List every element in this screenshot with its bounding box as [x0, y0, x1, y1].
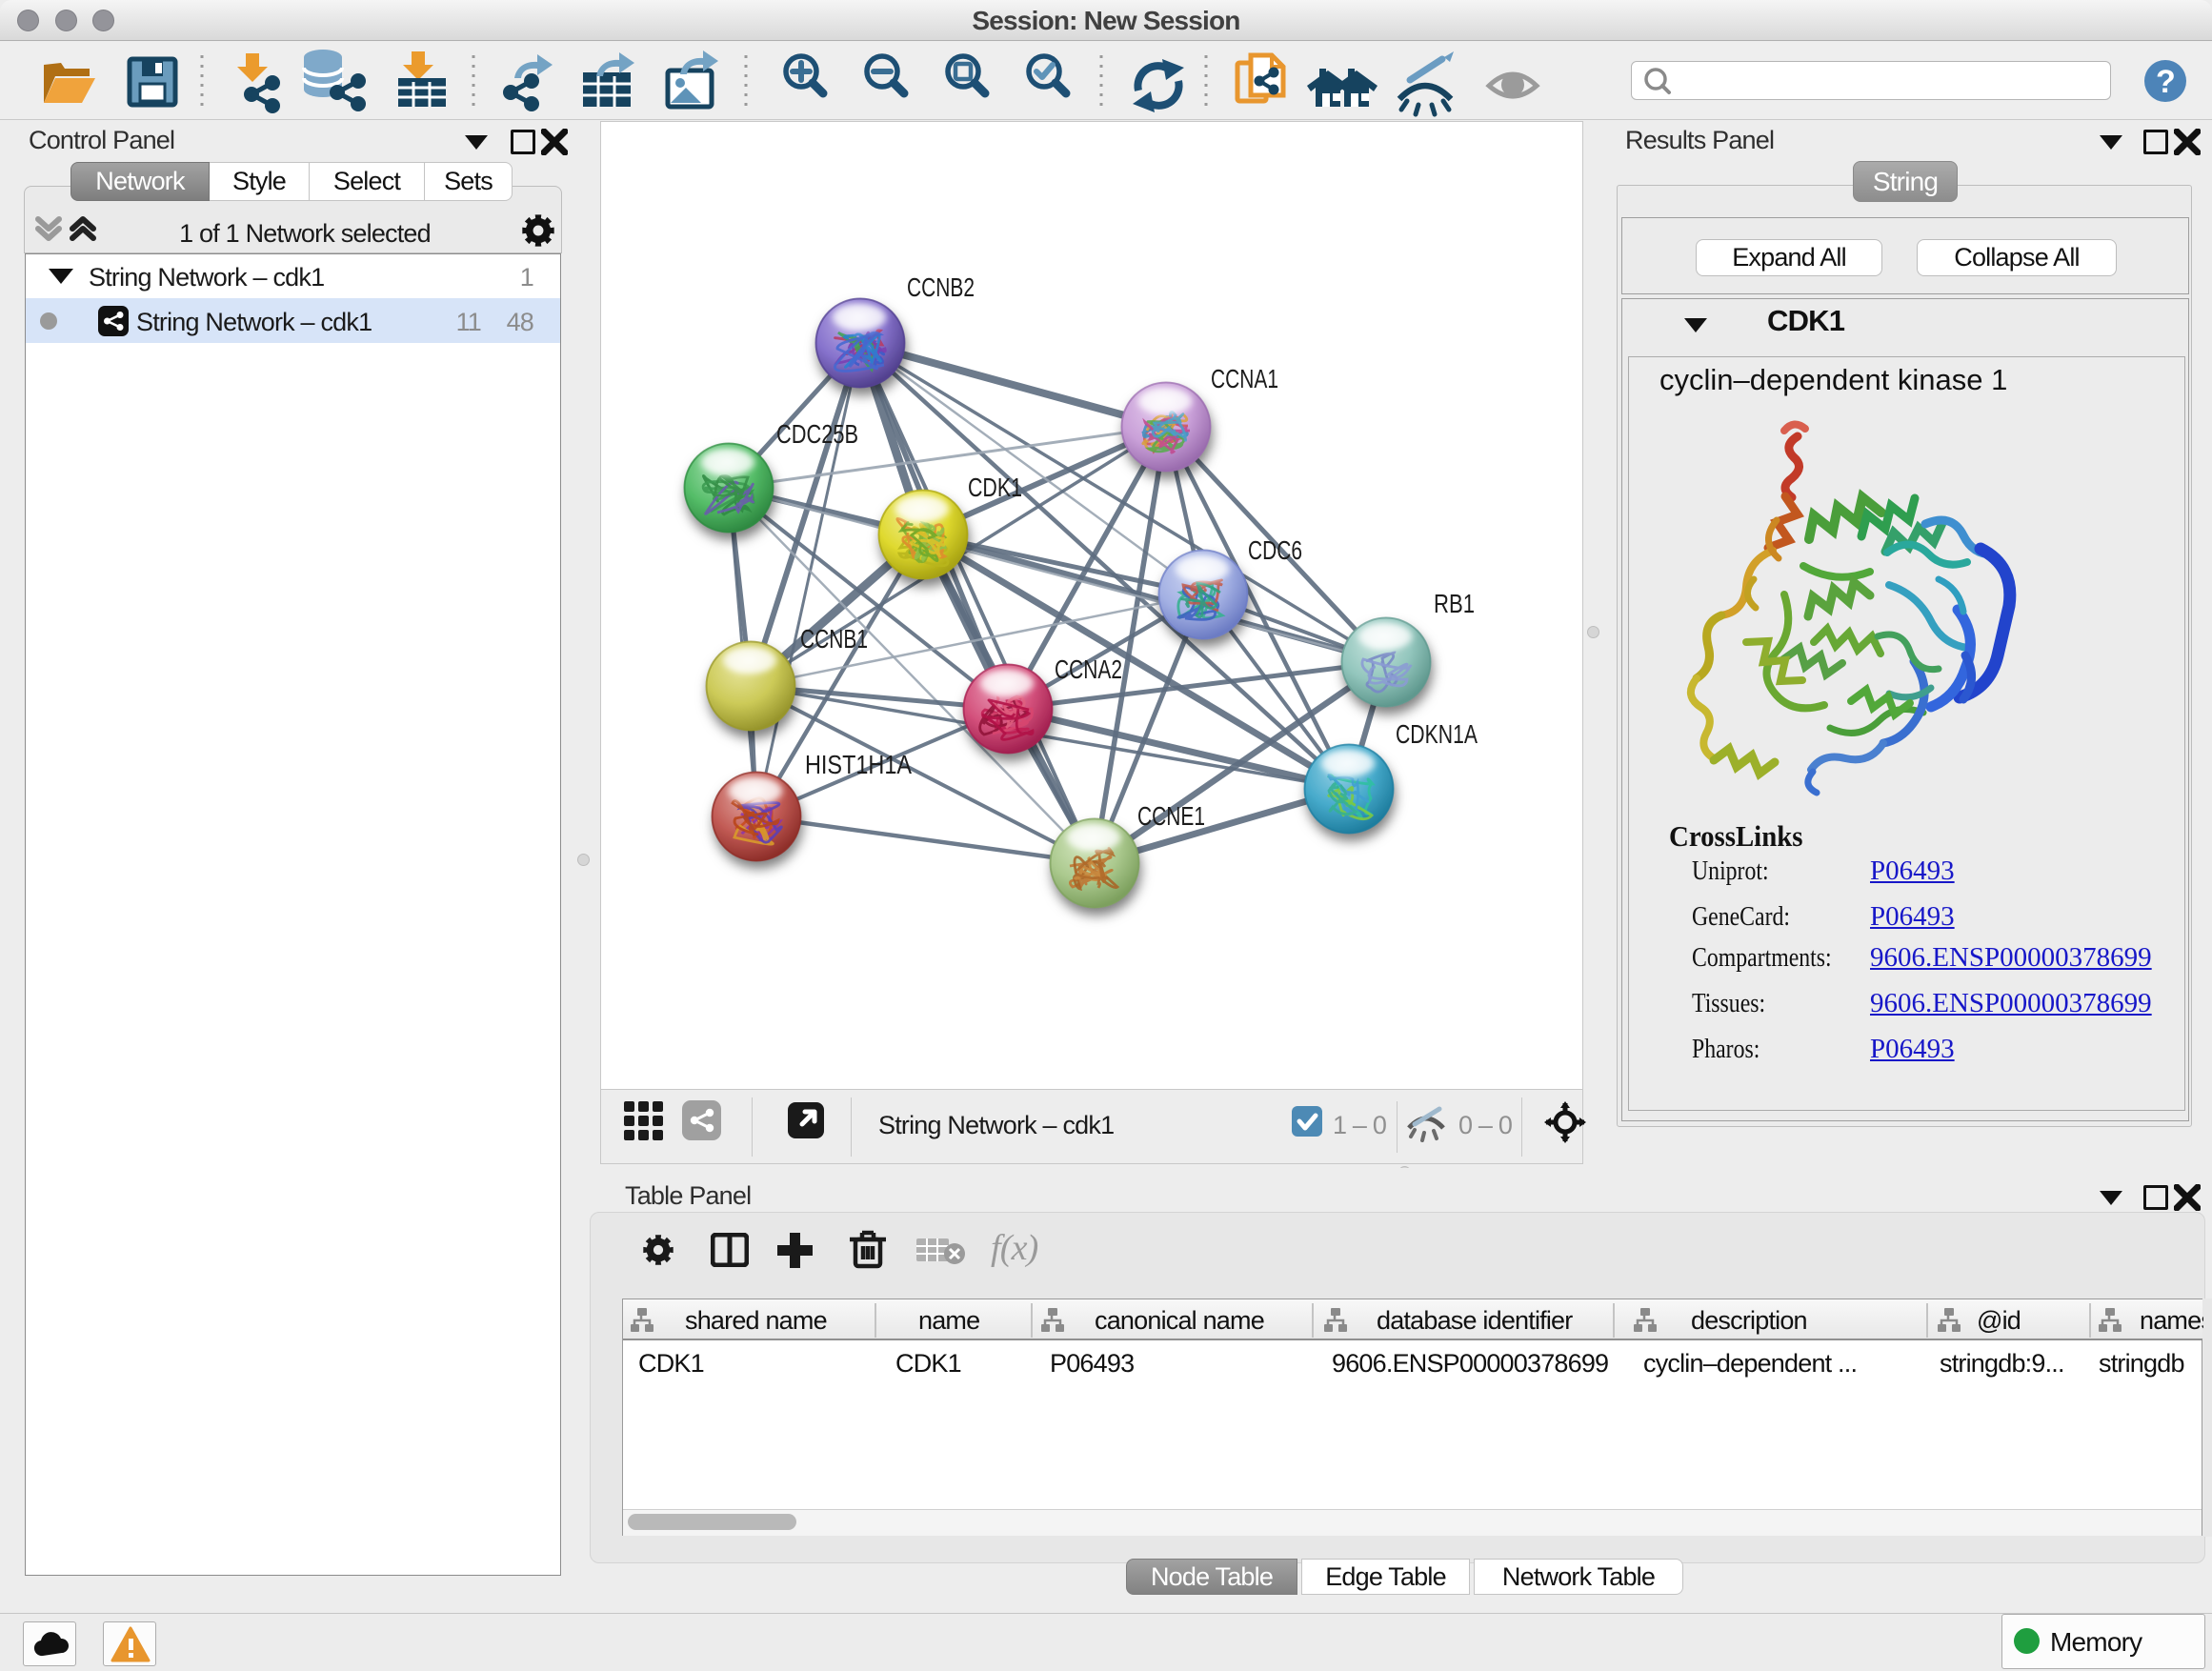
svg-text:CCNB1: CCNB1: [800, 624, 868, 654]
svg-text:CDK1: CDK1: [968, 473, 1022, 502]
svg-text:HIST1H1A: HIST1H1A: [805, 750, 912, 779]
svg-text:CDC6: CDC6: [1248, 535, 1302, 565]
svg-text:CDC25B: CDC25B: [776, 419, 858, 449]
svg-text:CCNE1: CCNE1: [1137, 801, 1205, 831]
svg-text:CCNA1: CCNA1: [1211, 364, 1278, 393]
svg-text:CCNB2: CCNB2: [907, 272, 975, 302]
svg-text:CDKN1A: CDKN1A: [1396, 719, 1478, 749]
svg-text:CCNA2: CCNA2: [1055, 654, 1122, 684]
svg-text:?: ?: [2156, 64, 2175, 100]
svg-text:RB1: RB1: [1434, 589, 1475, 618]
